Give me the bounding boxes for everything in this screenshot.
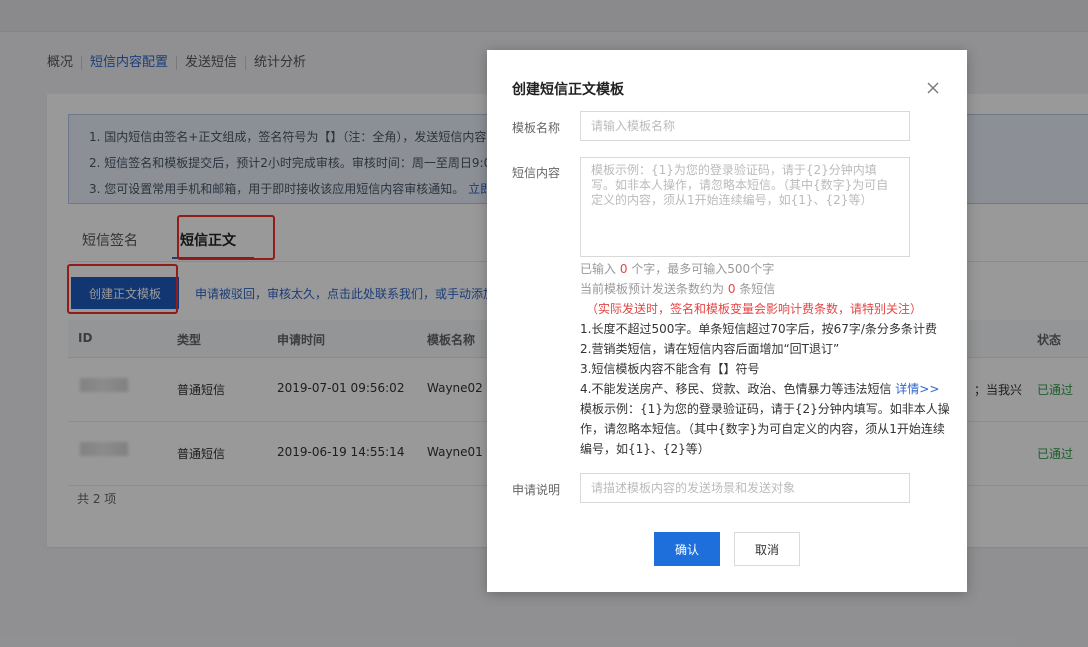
description-label: 申请说明 [512, 483, 561, 497]
sms-estimate: 当前模板预计发送条数约为 0 条短信 [580, 282, 776, 296]
cancel-button[interactable]: 取消 [734, 532, 800, 566]
close-icon [927, 82, 939, 94]
rule-item: 1.长度不超过500字。单条短信超过70字后，按67字/条分多条计费 [580, 322, 937, 336]
rule-item: 2.营销类短信，请在短信内容后面增加“回T退订” [580, 342, 840, 356]
billing-warning: （实际发送时，签名和模板变量会影响计费条数，请特别关注） [586, 302, 923, 316]
create-template-dialog: 创建短信正文模板 模板名称 短信内容 已输入 0 个字，最多可输入500个字 当… [487, 50, 967, 592]
description-input[interactable] [580, 473, 910, 503]
template-name-input[interactable] [580, 111, 910, 141]
confirm-button[interactable]: 确认 [654, 532, 720, 566]
sms-content-label: 短信内容 [512, 166, 561, 180]
content-info: 已输入 0 个字，最多可输入500个字 当前模板预计发送条数约为 0 条短信 （… [580, 259, 950, 459]
char-count: 已输入 0 个字，最多可输入500个字 [580, 262, 775, 276]
details-link[interactable]: 详情>> [895, 382, 939, 396]
template-name-label: 模板名称 [512, 121, 561, 135]
sms-content-textarea[interactable] [580, 157, 910, 257]
rule-item: 4.不能发送房产、移民、贷款、政治、色情暴力等违法短信 详情>> [580, 382, 940, 396]
dialog-title: 创建短信正文模板 [512, 82, 624, 98]
rule-item: 3.短信模板内容不能含有【】符号 [580, 362, 760, 376]
close-button[interactable] [927, 79, 945, 97]
template-example: 模板示例：{1}为您的登录验证码，请于{2}分钟内填写。如非本人操作，请忽略本短… [580, 402, 950, 456]
